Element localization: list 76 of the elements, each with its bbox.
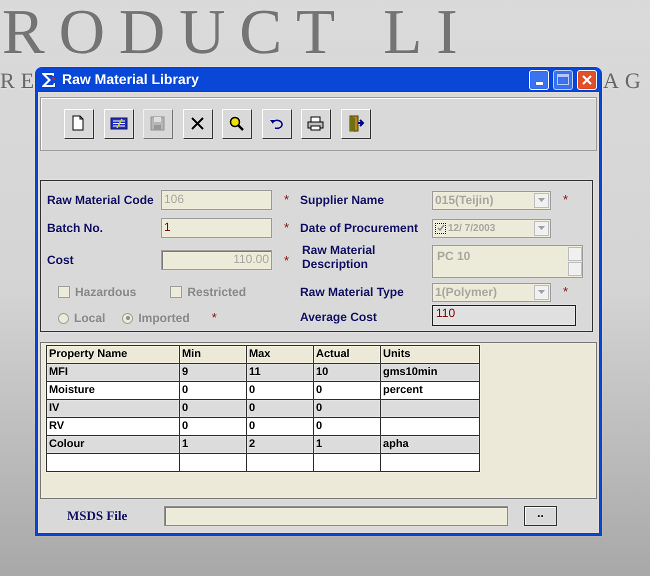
- required-mark: *: [284, 252, 290, 270]
- required-mark: *: [563, 283, 568, 302]
- radio-button[interactable]: Local: [58, 309, 106, 328]
- close-button[interactable]: [182, 109, 212, 139]
- table-cell: 0: [314, 399, 380, 417]
- table-cell: 9: [180, 363, 246, 381]
- required-mark: *: [284, 191, 290, 210]
- dropdown-arrow-icon: [538, 226, 545, 230]
- column-header[interactable]: Property Name: [46, 346, 180, 363]
- close-icon: [582, 74, 592, 84]
- input-field[interactable]: 1: [161, 218, 272, 238]
- table-cell: IV: [46, 399, 180, 417]
- column-header[interactable]: Max: [246, 346, 314, 363]
- table-cell: 0: [314, 417, 380, 435]
- field-label: Raw Material Description: [301, 242, 376, 271]
- field-label: Average Cost: [300, 310, 378, 324]
- background-subtitle: AG: [603, 67, 647, 95]
- table-cell: gms10min: [380, 363, 480, 381]
- required-mark: *: [212, 309, 217, 328]
- text-area[interactable]: PC 10: [432, 244, 583, 278]
- sigma-icon: [40, 72, 58, 88]
- column-header[interactable]: Actual: [314, 346, 380, 363]
- dropdown[interactable]: 015(Teijin): [432, 190, 551, 210]
- required-mark: *: [563, 191, 568, 210]
- document-button[interactable]: [64, 109, 94, 139]
- field-label: Date of Procurement: [300, 221, 420, 235]
- required-mark: *: [284, 218, 290, 237]
- door-button[interactable]: [340, 109, 370, 139]
- table-cell: apha: [380, 435, 480, 453]
- table-cell: 1: [180, 435, 246, 453]
- minimize-button[interactable]: [529, 70, 549, 90]
- dropdown-arrow-icon: [538, 290, 545, 294]
- table-cell: 0: [180, 417, 246, 435]
- browse-button[interactable]: ..: [524, 506, 557, 526]
- field-label: Raw Material Type: [300, 285, 405, 299]
- table-cell: percent: [380, 381, 480, 399]
- background-title-word: RODUCT: [2, 4, 350, 60]
- table-cell: 2: [246, 435, 314, 453]
- msds-file-field[interactable]: [164, 506, 508, 526]
- dropdown[interactable]: 1(Polymer): [432, 282, 551, 302]
- table-cell: RV: [46, 417, 180, 435]
- radio-button[interactable]: Imported: [122, 309, 190, 328]
- list-button[interactable]: [104, 109, 134, 139]
- search-button[interactable]: [222, 109, 252, 139]
- field-label: Supplier Name: [300, 193, 386, 207]
- value-field: 110: [432, 305, 576, 326]
- field-label: Raw Material Code: [47, 192, 155, 207]
- checkbox[interactable]: [435, 222, 446, 234]
- table-cell: 0: [180, 399, 246, 417]
- background-title-word: LI: [383, 4, 472, 60]
- table-cell: 1: [314, 435, 380, 453]
- dropdown-arrow-icon: [538, 198, 545, 202]
- column-header[interactable]: Min: [180, 346, 246, 363]
- date-picker[interactable]: 12/ 7/2003: [432, 218, 551, 238]
- table-cell: 10: [314, 363, 380, 381]
- table-cell: 11: [246, 363, 314, 381]
- table-cell: Moisture: [46, 381, 180, 399]
- maximize-button[interactable]: [553, 70, 573, 90]
- table-cell: 0: [246, 381, 314, 399]
- msds-file-label: MSDS File: [67, 507, 128, 526]
- table-cell: 0: [246, 417, 314, 435]
- table-cell: 0: [180, 381, 246, 399]
- table-cell: 0: [246, 399, 314, 417]
- field-label: Cost: [47, 253, 75, 268]
- table-cell: Colour: [46, 435, 180, 453]
- close-button[interactable]: [577, 70, 597, 90]
- table-cell: MFI: [46, 363, 180, 381]
- window-title: Raw Material Library: [62, 70, 200, 89]
- printer-button[interactable]: [301, 109, 331, 139]
- checkbox[interactable]: Hazardous: [58, 283, 136, 302]
- column-header[interactable]: Units: [380, 346, 480, 363]
- table-cell: 0: [314, 381, 380, 399]
- undo-button[interactable]: [262, 109, 292, 139]
- background-subtitle: RE: [0, 67, 40, 95]
- checkbox[interactable]: Restricted: [170, 283, 246, 302]
- field-label: Batch No.: [47, 220, 104, 235]
